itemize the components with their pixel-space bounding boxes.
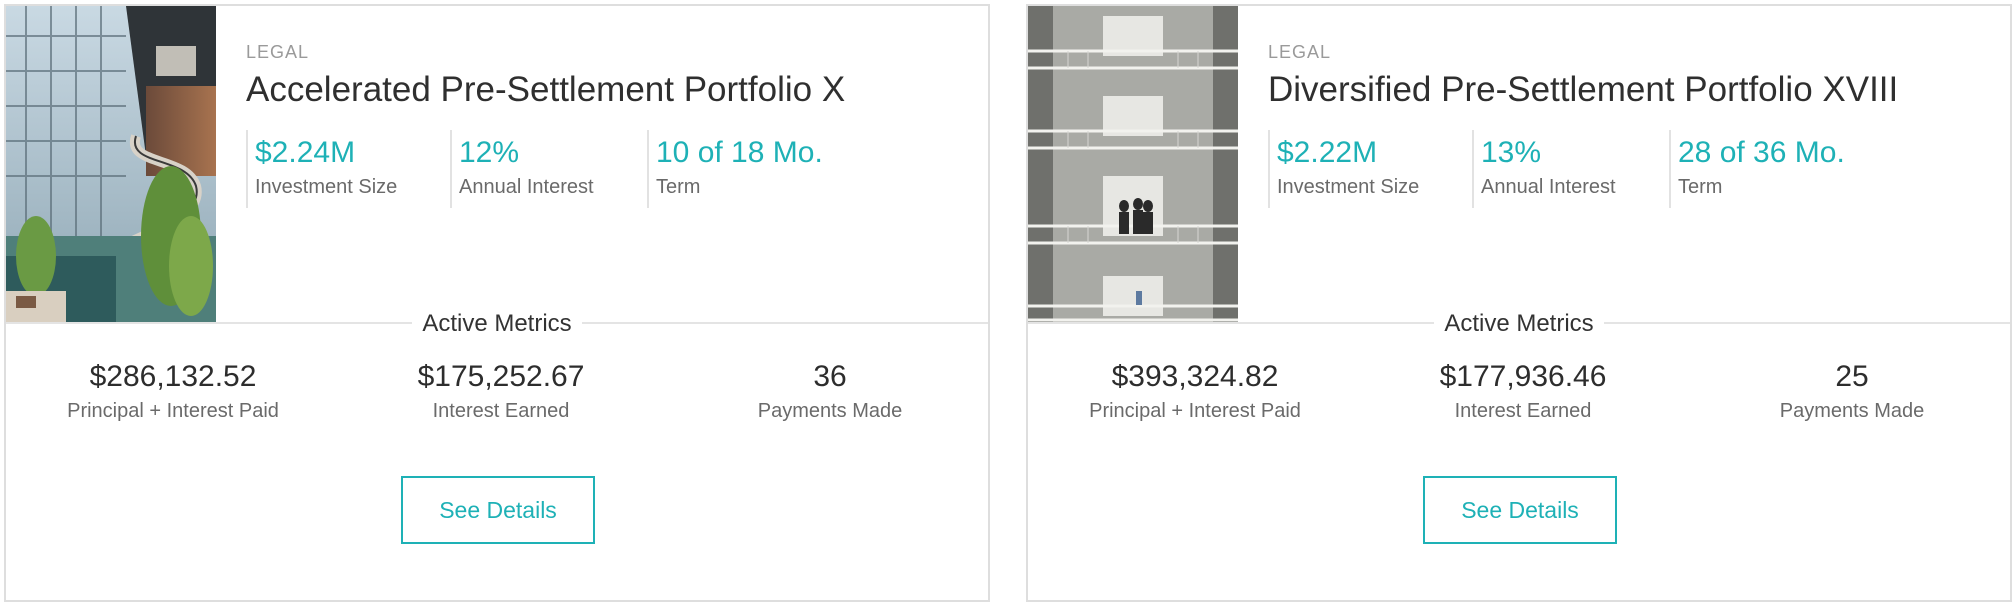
atrium-building-photo bbox=[6, 6, 216, 324]
stat-value: 12% bbox=[459, 136, 520, 169]
metric-label: Principal + Interest Paid bbox=[67, 400, 279, 422]
section-divider bbox=[6, 322, 988, 324]
stat-value: $2.22M bbox=[1277, 136, 1378, 169]
stat-investment-size: $2.22M Investment Size bbox=[1268, 130, 1472, 208]
stat-value: 10 of 18 Mo. bbox=[656, 136, 823, 169]
category-label: LEGAL bbox=[246, 42, 310, 62]
see-details-button[interactable]: See Details bbox=[401, 476, 595, 544]
metric-value: 36 bbox=[813, 360, 847, 393]
active-metrics-heading-text: Active Metrics bbox=[1434, 310, 1604, 338]
metric-label: Interest Earned bbox=[432, 400, 570, 422]
portfolio-title: Accelerated Pre-Settlement Portfolio X bbox=[246, 70, 846, 109]
metric-value: $175,252.67 bbox=[417, 360, 585, 393]
stat-value: 13% bbox=[1481, 136, 1542, 169]
metric-interest-earned: $177,936.46 Interest Earned bbox=[1373, 360, 1673, 423]
metric-value: $286,132.52 bbox=[89, 360, 257, 393]
stat-label: Investment Size bbox=[1277, 176, 1420, 198]
stat-value: $2.24M bbox=[255, 136, 356, 169]
metric-value: 25 bbox=[1835, 360, 1869, 393]
portfolio-stats: $2.22M Investment Size 13% Annual Intere… bbox=[1268, 130, 1869, 208]
metric-label: Interest Earned bbox=[1454, 400, 1592, 422]
stat-label: Annual Interest bbox=[1481, 176, 1616, 198]
stat-label: Investment Size bbox=[255, 176, 398, 198]
portfolio-title: Diversified Pre-Settlement Portfolio XVI… bbox=[1268, 70, 1899, 109]
stat-annual-interest: 12% Annual Interest bbox=[450, 130, 647, 208]
metric-label: Principal + Interest Paid bbox=[1089, 400, 1301, 422]
metric-value: $177,936.46 bbox=[1439, 360, 1607, 393]
stat-label: Term bbox=[656, 176, 701, 198]
metric-label: Payments Made bbox=[1779, 400, 1925, 422]
metric-payments-made: 25 Payments Made bbox=[1702, 360, 2002, 423]
stat-investment-size: $2.24M Investment Size bbox=[246, 130, 450, 208]
stat-annual-interest: 13% Annual Interest bbox=[1472, 130, 1669, 208]
metric-principal-interest-paid: $393,324.82 Principal + Interest Paid bbox=[1045, 360, 1345, 423]
metric-payments-made: 36 Payments Made bbox=[680, 360, 980, 423]
portfolio-stats: $2.24M Investment Size 12% Annual Intere… bbox=[246, 130, 847, 208]
section-divider bbox=[1028, 322, 2010, 324]
investment-card: LEGAL Diversified Pre-Settlement Portfol… bbox=[1026, 4, 2012, 602]
stat-label: Annual Interest bbox=[459, 176, 594, 198]
see-details-button[interactable]: See Details bbox=[1423, 476, 1617, 544]
investment-card: LEGAL Accelerated Pre-Settlement Portfol… bbox=[4, 4, 990, 602]
metric-label: Payments Made bbox=[757, 400, 903, 422]
metric-value: $393,324.82 bbox=[1111, 360, 1279, 393]
building-balconies-photo bbox=[1028, 6, 1238, 324]
metric-principal-interest-paid: $286,132.52 Principal + Interest Paid bbox=[23, 360, 323, 423]
category-label: LEGAL bbox=[1268, 42, 1332, 62]
active-metrics-heading-text: Active Metrics bbox=[412, 310, 582, 338]
stat-label: Term bbox=[1678, 176, 1723, 198]
metric-interest-earned: $175,252.67 Interest Earned bbox=[351, 360, 651, 423]
stat-term: 10 of 18 Mo. Term bbox=[647, 130, 847, 208]
stat-term: 28 of 36 Mo. Term bbox=[1669, 130, 1869, 208]
stat-value: 28 of 36 Mo. bbox=[1678, 136, 1845, 169]
